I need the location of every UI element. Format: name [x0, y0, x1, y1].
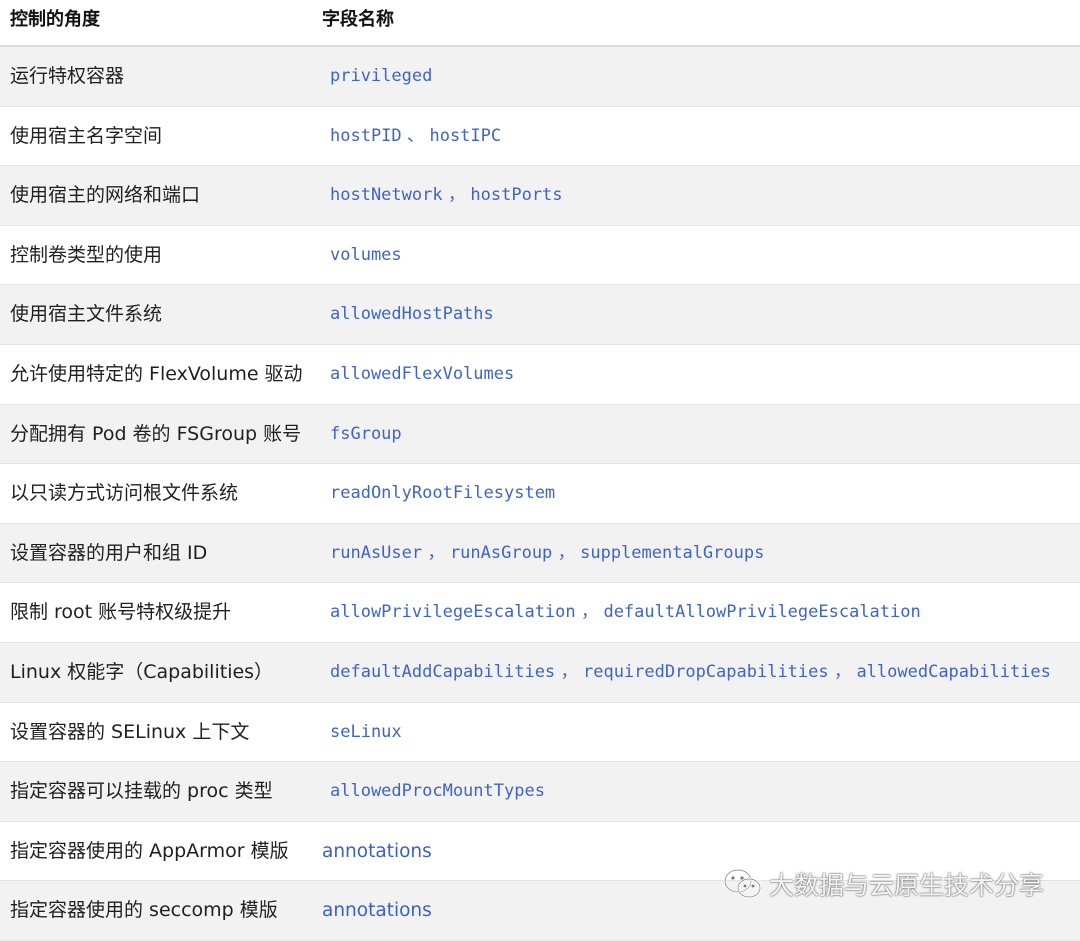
field-separator: ， [442, 185, 471, 206]
table-row: 使用宿主文件系统 allowedHostPaths [0, 285, 1080, 345]
field-separator: ， [552, 542, 581, 563]
field-name: allowedProcMountTypes [330, 781, 545, 802]
table-row: 设置容器的用户和组 ID runAsUser ， runAsGroup ， sup… [0, 523, 1080, 584]
field-name: runAsUser [330, 542, 423, 563]
table-body: 运行特权容器 privileged 使用宿主名字空间 hostPID 、 hostIP… [0, 47, 1080, 941]
field-separator: ， [828, 661, 857, 682]
field-name: fsGroup [330, 423, 402, 444]
field-name: readOnlyRootFilesystem [330, 483, 556, 504]
table-row: 设置容器的 SELinux 上下文 seLinux [0, 702, 1080, 763]
field-name: annotations [322, 900, 432, 922]
aspect-cell: 设置容器的 SELinux 上下文 [10, 720, 250, 743]
aspect-cell: 指定容器使用的 seccomp 模版 [10, 899, 278, 922]
table-row: 运行特权容器 privileged [0, 47, 1080, 107]
field-name: supplementalGroups [580, 542, 765, 563]
table-row: 控制卷类型的使用 volumes [0, 225, 1080, 286]
field-separator: ， [422, 542, 450, 563]
aspect-cell: 运行特权容器 [10, 65, 125, 87]
table-row: Linux 权能字（Capabilities） defaultAddCapabil… [0, 642, 1080, 703]
table-row: 使用宿主名字空间 hostPID 、 hostIPC [0, 106, 1080, 167]
field-name-cell: volumes [330, 226, 402, 285]
field-name: allowedHostPaths [330, 304, 494, 325]
aspect-cell: 使用宿主名字空间 [10, 124, 163, 147]
field-name-cell: allowedProcMountTypes [330, 762, 545, 821]
aspect-cell: 以只读方式访问根文件系统 [10, 482, 239, 505]
aspect-cell: 设置容器的用户和组 ID [10, 541, 208, 564]
field-name: allowedFlexVolumes [330, 363, 515, 384]
field-name-cell: seLinux [330, 703, 402, 762]
aspect-cell: 分配拥有 Pod 卷的 FSGroup 账号 [10, 422, 302, 445]
field-name-cell: hostPID 、 hostIPC [330, 107, 501, 166]
field-name-cell: hostNetwork ， hostPorts [330, 166, 563, 225]
field-name-cell: allowedFlexVolumes [330, 345, 514, 404]
header-aspect: 控制的角度 [10, 9, 100, 30]
aspect-cell: 使用宿主的网络和端口 [10, 184, 201, 207]
watermark-text: 大数据与云原生技术分享 [768, 871, 1044, 900]
field-name-cell: runAsUser ， runAsGroup ， supplementalGro… [330, 524, 764, 583]
field-name: allowedCapabilities [856, 661, 1051, 682]
policy-table: 控制的角度 字段名称 运行特权容器 privileged 使用宿主名字空间 hostP… [0, 0, 1080, 941]
field-name-cell: privileged [330, 47, 432, 106]
field-name: hostNetwork [330, 185, 443, 206]
aspect-cell: 限制 root 账号特权级提升 [10, 601, 232, 624]
table-row: 限制 root 账号特权级提升 allowPrivilegeEscalation … [0, 583, 1080, 643]
field-name: annotations [322, 840, 432, 862]
field-name: requiredDropCapabilities [582, 661, 829, 682]
aspect-cell: 使用宿主文件系统 [10, 303, 163, 326]
field-name-cell: allowedHostPaths [330, 285, 494, 344]
aspect-cell: 允许使用特定的 FlexVolume 驱动 [10, 362, 303, 385]
field-name: privileged [330, 66, 433, 86]
table-row: 使用宿主的网络和端口 hostNetwork ， hostPorts [0, 166, 1080, 226]
field-separator: 、 [401, 125, 430, 146]
aspect-cell: 控制卷类型的使用 [10, 243, 163, 266]
field-name: hostIPC [429, 125, 502, 146]
aspect-cell: 指定容器使用的 AppArmor 模版 [10, 839, 289, 862]
field-name: runAsGroup [449, 542, 553, 563]
field-name: defaultAllowPrivilegeEscalation [603, 602, 921, 623]
field-name-cell: annotations [322, 881, 432, 940]
aspect-cell: Linux 权能字（Capabilities） [10, 660, 274, 683]
field-name: allowPrivilegeEscalation [330, 602, 576, 623]
table-row: 以只读方式访问根文件系统 readOnlyRootFilesystem [0, 464, 1080, 524]
field-name-cell: allowPrivilegeEscalation ， defaultAllowP… [330, 583, 921, 642]
field-name-cell: readOnlyRootFilesystem [330, 464, 555, 523]
field-name: volumes [330, 244, 402, 265]
field-name: hostPID [330, 125, 402, 146]
field-name-cell: fsGroup [330, 405, 402, 464]
field-name: defaultAddCapabilities [330, 661, 556, 682]
field-name-cell: annotations [322, 822, 432, 881]
field-name: hostPorts [470, 185, 563, 206]
watermark: 大数据与云原生技术分享 [723, 866, 1044, 902]
wechat-icon [723, 867, 763, 901]
field-name-cell: defaultAddCapabilities ， requiredDropCap… [330, 643, 1051, 702]
table-header: 控制的角度 字段名称 [0, 0, 1080, 47]
header-field-name: 字段名称 [322, 9, 394, 30]
field-separator: ， [575, 602, 604, 623]
table-row: 指定容器可以挂载的 proc 类型 allowedProcMountTypes [0, 762, 1080, 822]
aspect-cell: 指定容器可以挂载的 proc 类型 [10, 780, 273, 803]
field-name: seLinux [330, 721, 402, 742]
field-separator: ， [555, 661, 583, 682]
table-row: 允许使用特定的 FlexVolume 驱动 allowedFlexVolumes [0, 344, 1080, 405]
table-row: 分配拥有 Pod 卷的 FSGroup 账号 fsGroup [0, 404, 1080, 465]
